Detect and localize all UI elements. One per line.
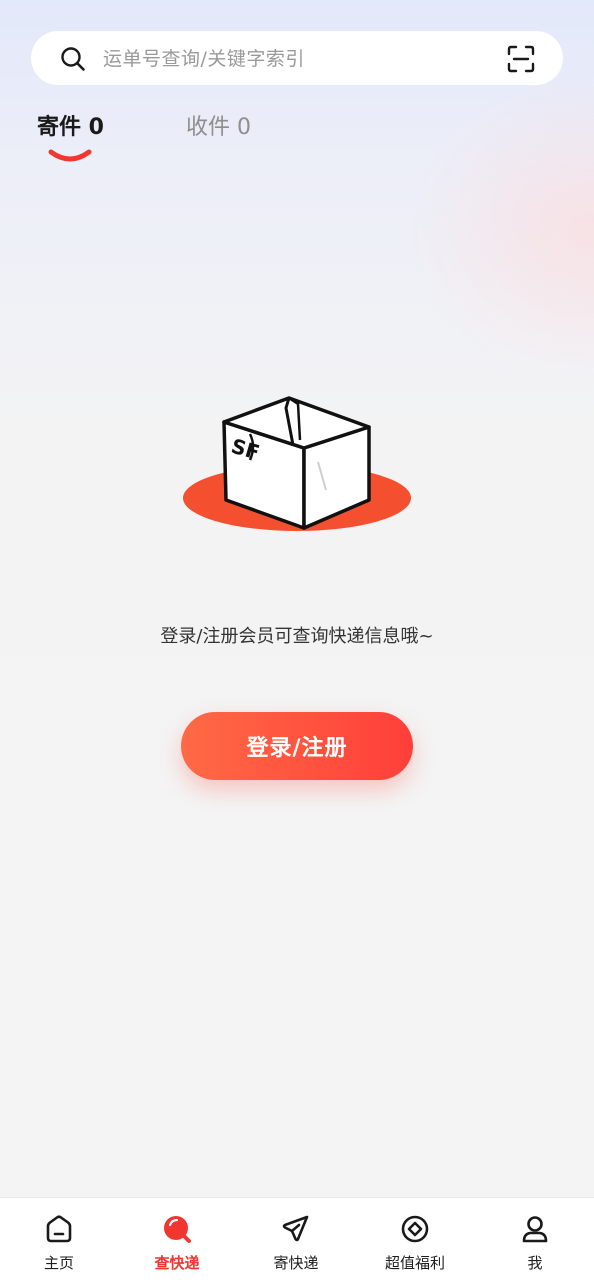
empty-box-illustration: SF [183, 396, 411, 531]
nav-item-query[interactable]: 查快递 [118, 1198, 236, 1280]
nav-item-profile[interactable]: 我 [476, 1198, 594, 1280]
search-bar[interactable]: 运单号查询/关键字索引 [31, 31, 563, 85]
bottom-nav: 主页 查快递 寄快递 超值福利 我 [0, 1197, 594, 1280]
search-icon [61, 47, 85, 71]
nav-item-send[interactable]: 寄快递 [237, 1198, 355, 1280]
nav-label: 超值福利 [384, 1254, 445, 1272]
nav-label: 寄快递 [273, 1254, 319, 1272]
send-express-icon [282, 1215, 309, 1242]
search-input[interactable]: 运单号查询/关键字索引 [103, 46, 305, 72]
nav-label: 查快递 [154, 1254, 200, 1272]
home-icon [46, 1215, 72, 1243]
tab-active-indicator [48, 149, 92, 162]
nav-item-home[interactable]: 主页 [0, 1198, 118, 1280]
tab-receive[interactable]: 收件 0 [186, 112, 251, 144]
nav-item-benefits[interactable]: 超值福利 [356, 1198, 474, 1280]
query-express-icon [164, 1216, 191, 1243]
empty-state-hint: 登录/注册会员可查询快递信息哦~ [160, 626, 434, 647]
tab-send[interactable]: 寄件 0 [37, 112, 104, 144]
benefits-icon [401, 1215, 429, 1243]
scan-icon[interactable] [507, 45, 535, 73]
nav-label: 主页 [43, 1254, 74, 1272]
profile-icon [522, 1216, 548, 1243]
login-register-button[interactable]: 登录/注册 [181, 712, 413, 780]
nav-label: 我 [527, 1254, 543, 1272]
